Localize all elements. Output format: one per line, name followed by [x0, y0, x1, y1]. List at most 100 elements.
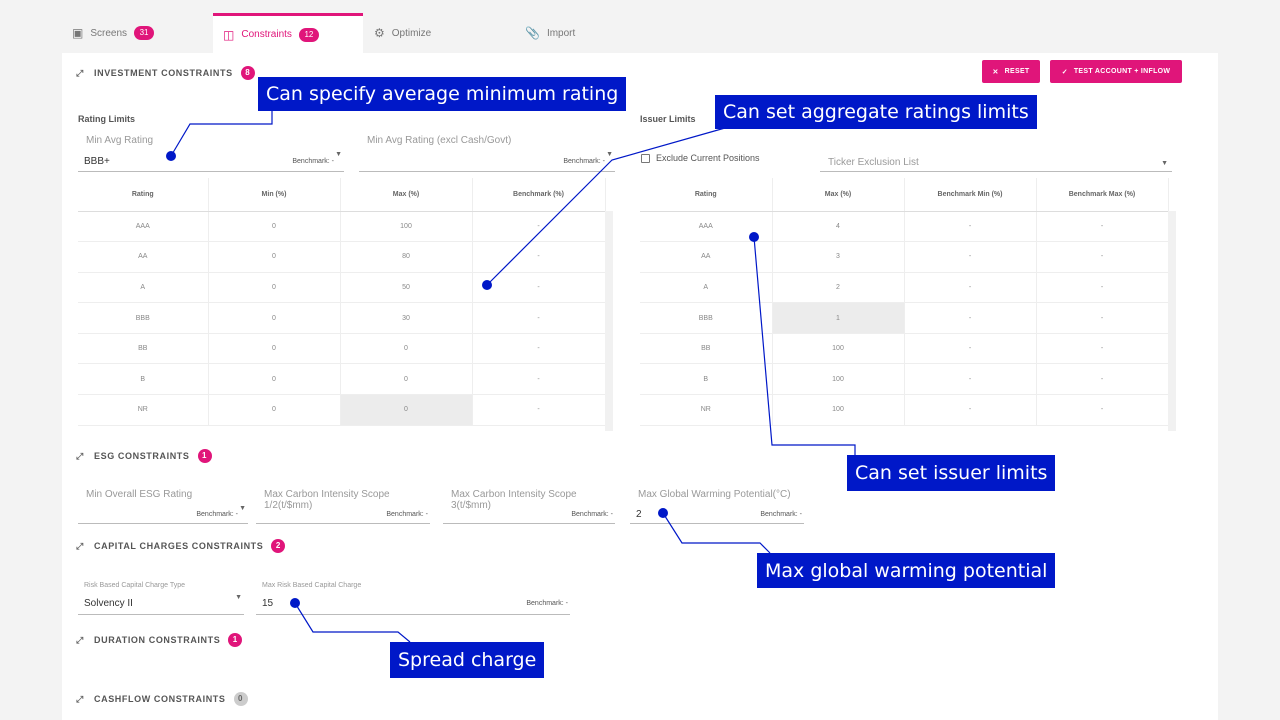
tab-screens[interactable]: ▣ Screens 31	[62, 13, 212, 53]
min-avg-rating-excl-select[interactable]: Min Avg Rating (excl Cash/Govt) Benchmar…	[359, 135, 615, 172]
constraints-panel: ⤢ INVESTMENT CONSTRAINTS 8 ✕ RESET ✓ TES…	[62, 53, 1218, 720]
screens-icon: ▣	[72, 26, 84, 40]
max-carbon-scope3-input[interactable]: Max Carbon Intensity Scope 3(t/$mm) Benc…	[443, 489, 615, 524]
exclude-positions-checkbox[interactable]	[641, 154, 650, 163]
collapse-icon: ⤢	[76, 634, 84, 645]
value-cell[interactable]: 100	[340, 211, 473, 243]
table-row: BBB 1- -	[640, 302, 1169, 334]
min-avg-rating-select[interactable]: Min Avg Rating BBB+ Benchmark: - ▼	[78, 135, 344, 172]
tab-label: Screens	[90, 27, 128, 39]
value-cell[interactable]: 0	[208, 211, 341, 243]
value-cell: -	[472, 302, 606, 334]
value-cell[interactable]: 50	[340, 272, 473, 304]
section-title: ESG CONSTRAINTS	[94, 451, 190, 461]
column-header: Rating	[640, 178, 773, 212]
tab-import[interactable]: 📎 Import	[515, 13, 665, 53]
esg-constraints-header[interactable]: ⤢ ESG CONSTRAINTS 1	[76, 449, 212, 463]
field-label: Max Carbon Intensity Scope 3(t/$mm)	[451, 489, 577, 511]
count-badge: 0	[233, 692, 248, 706]
cashflow-constraints-header[interactable]: ⤢ CASHFLOW CONSTRAINTS 0	[76, 692, 248, 706]
value-cell: -	[904, 333, 1037, 365]
issuer-table-scrollbar[interactable]	[1168, 211, 1176, 431]
value-cell[interactable]: 4	[772, 211, 905, 243]
field-label: Min Avg Rating	[86, 135, 154, 146]
collapse-icon: ⤢	[76, 450, 84, 461]
collapse-icon: ⤢	[76, 67, 84, 78]
table-row: BBB 0 30-	[78, 302, 606, 334]
value-cell[interactable]: 100	[772, 363, 905, 396]
tab-optimize[interactable]: ⚙ Optimize	[364, 13, 514, 53]
tab-bar: ▣ Screens 31 ◫ Constraints 12 ⚙ Optimize…	[62, 13, 1218, 53]
reset-button[interactable]: ✕ RESET	[982, 60, 1040, 83]
value-cell[interactable]: 0	[208, 272, 341, 304]
capital-charges-header[interactable]: ⤢ CAPITAL CHARGES CONSTRAINTS 2	[76, 539, 286, 553]
field-value: 15	[262, 598, 274, 609]
investment-constraints-header[interactable]: ⤢ INVESTMENT CONSTRAINTS 8	[76, 66, 255, 80]
chevron-down-icon: ▼	[235, 594, 242, 601]
table-row: BB 100- -	[640, 333, 1169, 365]
callout-dot	[290, 598, 300, 608]
tab-constraints[interactable]: ◫ Constraints 12	[213, 13, 363, 53]
table-row: AAA 4- -	[640, 211, 1169, 243]
callout-dot	[166, 151, 176, 161]
test-account-inflow-button[interactable]: ✓ TEST ACCOUNT + INFLOW	[1050, 60, 1182, 83]
count-badge: 12	[298, 27, 319, 42]
collapse-icon: ⤢	[76, 540, 84, 551]
constraints-icon: ◫	[223, 27, 235, 42]
chevron-down-icon: ▼	[239, 505, 246, 512]
tab-label: Optimize	[391, 27, 432, 39]
capital-charge-type-select[interactable]: Risk Based Capital Charge Type Solvency …	[78, 580, 244, 615]
field-label: Max Carbon Intensity Scope 1/2(t/$mm)	[264, 489, 390, 511]
rating-table-scrollbar[interactable]	[605, 211, 613, 431]
value-cell: -	[1036, 394, 1169, 426]
value-cell[interactable]: 0	[340, 333, 473, 365]
max-capital-charge-input[interactable]: Max Risk Based Capital Charge 15 Benchma…	[256, 580, 570, 615]
value-cell[interactable]: 100	[772, 333, 905, 365]
value-cell[interactable]: 100	[772, 394, 905, 426]
field-label: Min Overall ESG Rating	[86, 489, 193, 500]
value-cell[interactable]: 1	[772, 302, 905, 334]
rating-cell: NR	[640, 394, 773, 426]
count-badge: 8	[240, 66, 255, 80]
table-row: AAA 0 100-	[78, 211, 606, 243]
max-global-warming-input[interactable]: Max Global Warming Potential(°C) 2 Bench…	[630, 489, 804, 524]
value-cell: -	[1036, 302, 1169, 334]
check-icon: ✓	[1061, 68, 1068, 76]
value-cell: -	[472, 394, 606, 426]
value-cell: -	[472, 272, 606, 304]
value-cell[interactable]: 80	[340, 241, 473, 273]
field-value: 2	[636, 509, 642, 520]
table-row: AA 3- -	[640, 241, 1169, 273]
min-esg-rating-select[interactable]: Min Overall ESG Rating Benchmark: - ▼	[78, 489, 248, 524]
callout-dot	[482, 280, 492, 290]
duration-constraints-header[interactable]: ⤢ DURATION CONSTRAINTS 1	[76, 633, 243, 647]
rating-cell: NR	[78, 394, 209, 426]
value-cell[interactable]: 2	[772, 272, 905, 304]
field-label: Risk Based Capital Charge Type	[84, 582, 186, 589]
table-row: BB 0 0-	[78, 333, 606, 365]
benchmark-text: Benchmark: -	[292, 158, 334, 165]
benchmark-text: Benchmark: -	[386, 511, 428, 518]
issuer-limits-title: Issuer Limits	[640, 114, 696, 124]
value-cell[interactable]: 30	[340, 302, 473, 334]
value-cell: -	[904, 302, 1037, 334]
count-badge: 1	[228, 633, 243, 647]
field-label: Ticker Exclusion List	[828, 157, 919, 168]
value-cell: -	[904, 272, 1037, 304]
table-row: NR 0 0-	[78, 394, 606, 426]
value-cell[interactable]: 0	[208, 333, 341, 365]
max-carbon-scope12-input[interactable]: Max Carbon Intensity Scope 1/2(t/$mm) Be…	[256, 489, 430, 524]
field-label: Max Global Warming Potential(°C)	[638, 489, 791, 500]
value-cell: -	[472, 333, 606, 365]
ticker-exclusion-select[interactable]: Ticker Exclusion List ▼	[820, 153, 1172, 172]
value-cell[interactable]: 0	[340, 394, 473, 426]
value-cell[interactable]: 0	[208, 394, 341, 426]
value-cell[interactable]: 0	[208, 241, 341, 273]
value-cell[interactable]: 0	[208, 302, 341, 334]
callout-min-rating: Can specify average minimum rating	[258, 77, 627, 111]
rating-limits-table: Rating Min (%) Max (%) Benchmark (%) AAA 0 10…	[78, 178, 606, 426]
value-cell: -	[1036, 272, 1169, 304]
value-cell[interactable]: 0	[208, 363, 341, 396]
value-cell[interactable]: 0	[340, 363, 473, 396]
value-cell[interactable]: 3	[772, 241, 905, 273]
